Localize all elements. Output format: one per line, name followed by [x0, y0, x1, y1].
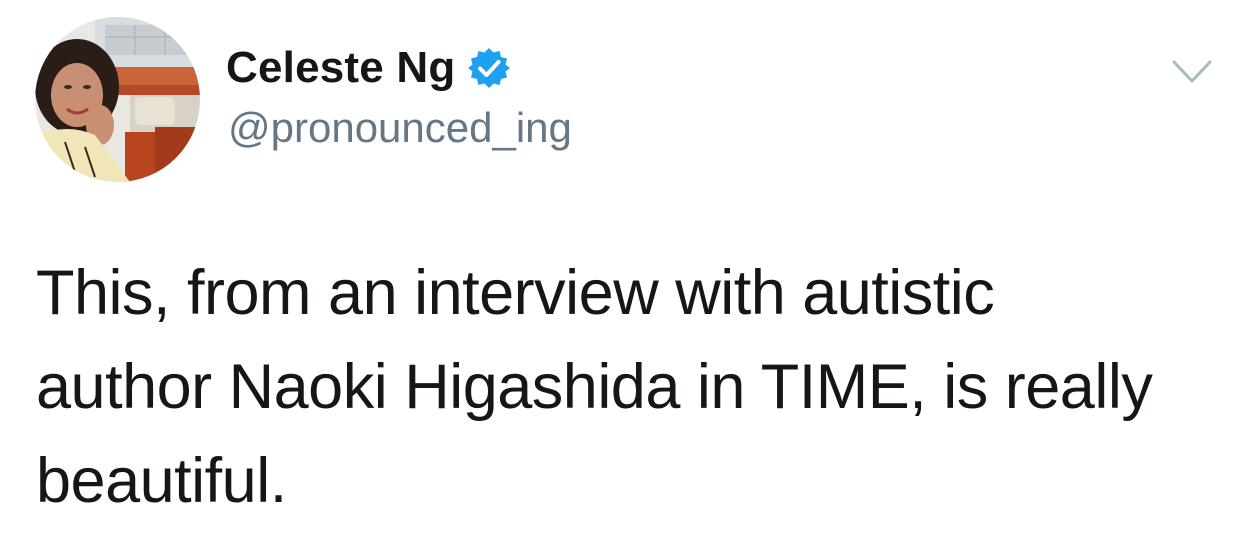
- avatar[interactable]: [35, 17, 200, 182]
- tweet-text: This, from an interview with autistic aut…: [36, 246, 1216, 528]
- display-name[interactable]: Celeste Ng: [226, 38, 455, 98]
- profile-photo-icon: [35, 17, 200, 182]
- tweet-card: Celeste Ng @pronounced_ing This, from an…: [0, 0, 1242, 544]
- chevron-down-icon[interactable]: [1171, 58, 1213, 86]
- author-name-row: Celeste Ng: [226, 38, 511, 98]
- verified-badge-icon: [467, 46, 511, 90]
- tweet-text-line: beautiful.: [36, 446, 287, 516]
- user-handle[interactable]: @pronounced_ing: [228, 100, 572, 156]
- tweet-text-line: author Naoki Higashida in TIME, is reall…: [36, 352, 1153, 422]
- tweet-text-line: This, from an interview with autistic: [36, 258, 995, 328]
